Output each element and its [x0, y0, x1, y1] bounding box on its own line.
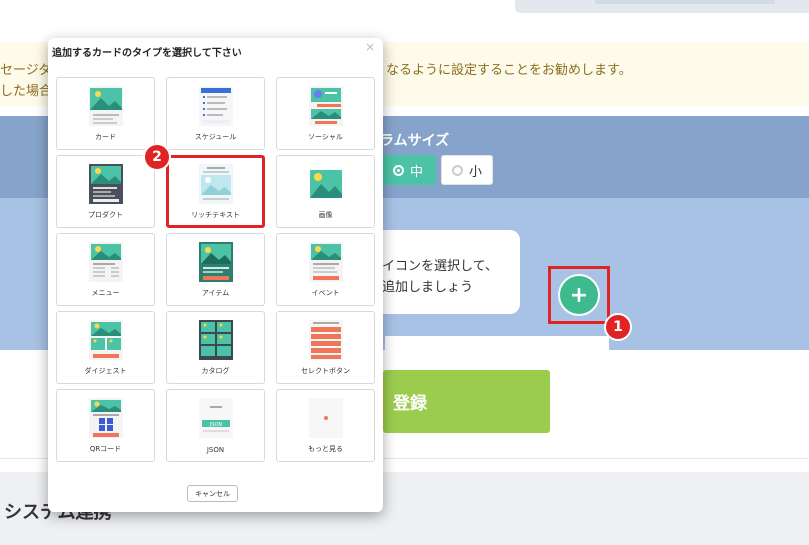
richtext-icon	[198, 164, 233, 204]
qrcode-icon	[88, 398, 123, 438]
card-type-label: 画像	[318, 211, 333, 219]
card-type-label: もっと見る	[308, 445, 343, 453]
card-type-product[interactable]: プロダクト	[56, 155, 155, 228]
card-type-label: JSON	[206, 446, 225, 454]
digest-icon	[88, 320, 123, 360]
column-size-medium-option[interactable]: 中	[380, 155, 436, 185]
select-button-icon	[308, 320, 343, 360]
column-size-small-option[interactable]: 小	[441, 155, 493, 185]
social-icon	[308, 86, 343, 126]
preview-gap	[385, 336, 609, 350]
add-card-button[interactable]: +	[558, 274, 600, 316]
radio-checked-icon	[392, 164, 404, 176]
card-type-grid: カード スケジュール ソーシャル プロダクト リッチテキスト 画像 メニュー ア…	[56, 77, 375, 462]
card-type-social[interactable]: ソーシャル	[276, 77, 375, 150]
card-type-schedule[interactable]: スケジュール	[166, 77, 265, 150]
radio-unchecked-icon	[451, 164, 463, 176]
cancel-button[interactable]: キャンセル	[187, 485, 238, 502]
card-type-select-button[interactable]: セレクトボタン	[276, 311, 375, 384]
card-type-digest[interactable]: ダイジェスト	[56, 311, 155, 384]
option-small-label: 小	[468, 164, 482, 180]
notice-text-right-1: なるように設定することをお勧めします。	[386, 63, 632, 78]
svg-text:JSON: JSON	[208, 422, 222, 428]
card-type-label: アイテム	[201, 289, 230, 297]
card-type-card[interactable]: カード	[56, 77, 155, 150]
notice-text-left-1: セージダ	[0, 63, 52, 78]
option-medium-label: 中	[409, 164, 423, 180]
top-header-strip	[515, 0, 809, 13]
card-type-catalog[interactable]: カタログ	[166, 311, 265, 384]
card-type-label: メニュー	[91, 289, 120, 297]
card-type-label: リッチテキスト	[191, 211, 240, 219]
card-type-label: ソーシャル	[308, 133, 343, 141]
event-icon	[308, 242, 343, 282]
json-icon: JSON	[198, 398, 233, 438]
card-type-label: カード	[95, 133, 116, 141]
card-type-label: QRコード	[89, 445, 122, 453]
column-size-label: ラムサイズ	[380, 133, 450, 149]
notice-text-left-2: した場合	[0, 84, 53, 99]
catalog-icon	[198, 320, 233, 360]
card-type-label: プロダクト	[88, 211, 123, 219]
header-strip-inner	[595, 0, 775, 4]
card-type-item[interactable]: アイテム	[166, 233, 265, 306]
image-icon	[308, 164, 343, 204]
close-icon[interactable]: ×	[365, 40, 375, 54]
card-type-modal: 追加するカードのタイプを選択して下さい × カード スケジュール ソーシャル プ…	[48, 38, 383, 512]
card-type-image[interactable]: 画像	[276, 155, 375, 228]
card-type-label: ダイジェスト	[84, 367, 127, 375]
card-type-label: スケジュール	[194, 133, 237, 141]
card-type-richtext[interactable]: リッチテキスト	[166, 155, 265, 228]
schedule-icon	[198, 86, 233, 126]
card-type-event[interactable]: イベント	[276, 233, 375, 306]
register-button[interactable]: 登録	[383, 370, 550, 433]
add-card-highlight: +	[548, 266, 610, 324]
more-icon	[308, 398, 343, 438]
card-type-label: イベント	[311, 289, 340, 297]
card-type-qrcode[interactable]: QRコード	[56, 389, 155, 462]
hint-line-2: 追加しましょう	[382, 280, 474, 295]
card-type-json[interactable]: JSON JSON	[166, 389, 265, 462]
hint-line-1: イコンを選択して、	[382, 259, 498, 274]
step-2-badge: 2	[143, 143, 171, 171]
card-type-label: セレクトボタン	[301, 367, 350, 375]
card-icon	[88, 86, 123, 126]
card-type-more[interactable]: もっと見る	[276, 389, 375, 462]
menu-icon	[88, 242, 123, 282]
item-icon	[198, 242, 233, 282]
card-type-menu[interactable]: メニュー	[56, 233, 155, 306]
modal-title: 追加するカードのタイプを選択して下さい	[52, 48, 242, 59]
product-icon	[88, 164, 123, 204]
card-type-label: カタログ	[201, 367, 230, 375]
